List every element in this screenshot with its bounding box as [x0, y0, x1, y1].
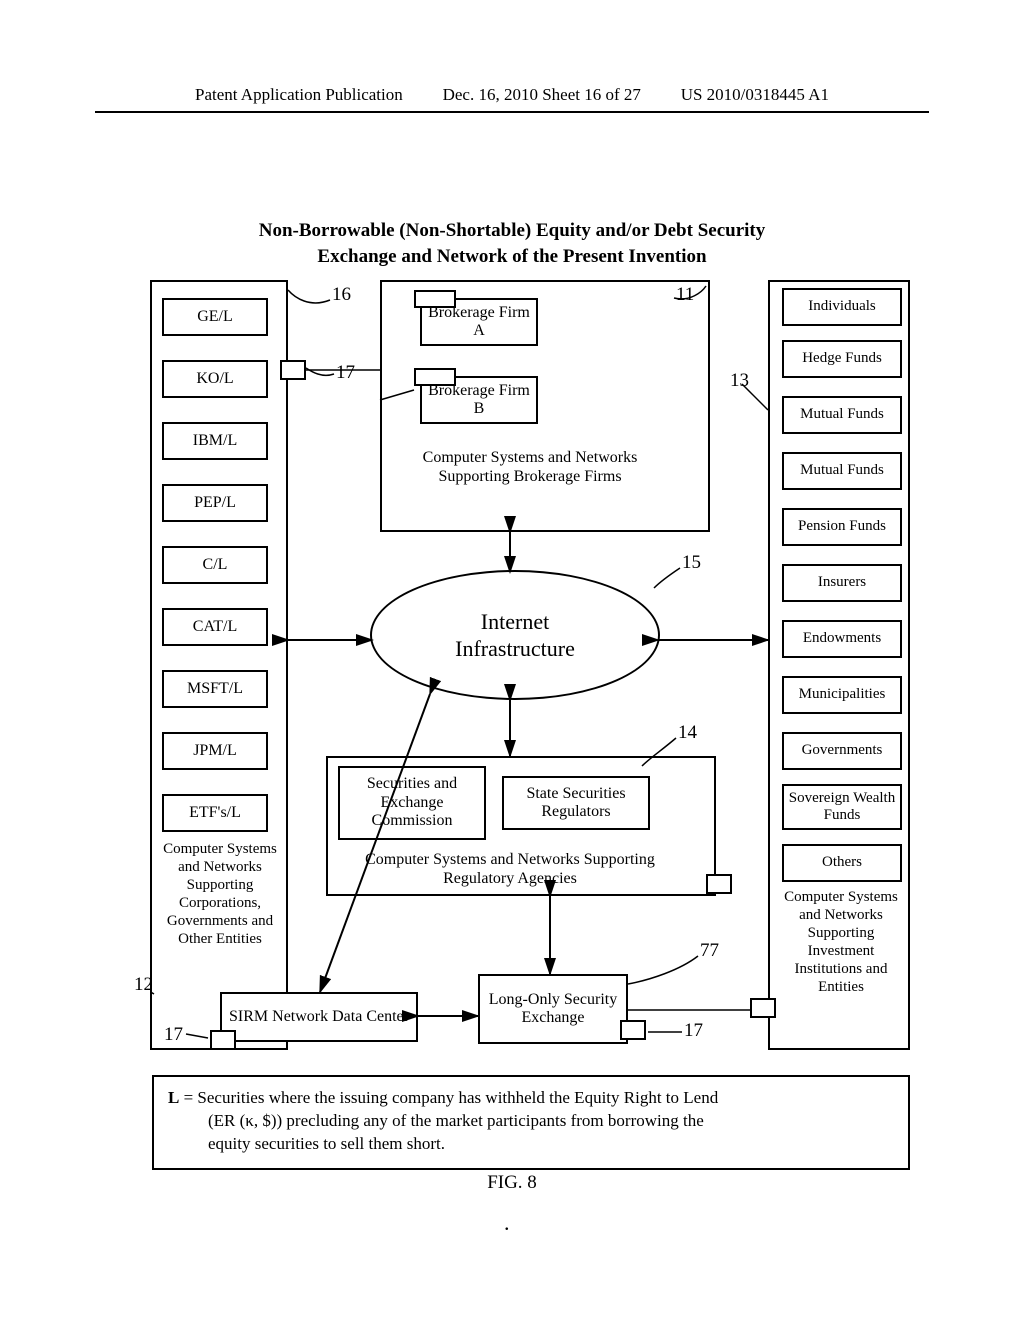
ref-13: 13 [730, 370, 749, 392]
header-center: Dec. 16, 2010 Sheet 16 of 27 [443, 85, 641, 105]
state-reg-box: State Securities Regulators [502, 776, 650, 830]
investor-box: Pension Funds [782, 508, 902, 546]
investor-box: Governments [782, 732, 902, 770]
internet-oval: Internet Infrastructure [370, 570, 660, 700]
footnote-line1: = Securities where the issuing company h… [179, 1088, 718, 1107]
ref-14: 14 [678, 722, 697, 744]
ref-17: 17 [684, 1020, 703, 1042]
issuer-box: C/L [162, 546, 268, 584]
title-line-1: Non-Borrowable (Non-Shortable) Equity an… [0, 218, 1024, 244]
investor-box: Municipalities [782, 676, 902, 714]
page-header: Patent Application Publication Dec. 16, … [95, 85, 929, 113]
issuer-box: IBM/L [162, 422, 268, 460]
small-box-icon [620, 1020, 646, 1040]
sirm-box: SIRM Network Data Center [220, 992, 418, 1042]
title-line-2: Exchange and Network of the Present Inve… [0, 244, 1024, 270]
investor-box: Endowments [782, 620, 902, 658]
footnote-box: L = Securities where the issuing company… [152, 1075, 910, 1170]
ref-17: 17 [164, 1024, 183, 1046]
investor-box: Insurers [782, 564, 902, 602]
issuer-box: CAT/L [162, 608, 268, 646]
investor-box: Hedge Funds [782, 340, 902, 378]
diagram-canvas: GE/L KO/L IBM/L PEP/L C/L CAT/L MSFT/L J… [150, 280, 910, 1060]
investor-box: Others [782, 844, 902, 882]
header-right: US 2010/0318445 A1 [681, 85, 829, 105]
investors-caption: Computer Systems and Networks Supporting… [776, 888, 906, 996]
footnote-line2: (ER (κ, $)) precluding any of the market… [168, 1110, 894, 1133]
issuers-caption: Computer Systems and Networks Supporting… [154, 840, 286, 948]
small-box-icon [414, 290, 456, 308]
ref-17: 17 [336, 362, 355, 384]
small-box-icon [210, 1030, 236, 1050]
ref-77: 77 [700, 940, 719, 962]
sec-box: Securities and Exchange Commission [338, 766, 486, 840]
issuer-box: JPM/L [162, 732, 268, 770]
small-box-icon [414, 368, 456, 386]
small-box-icon [750, 998, 776, 1018]
issuer-box: MSFT/L [162, 670, 268, 708]
long-only-box: Long-Only Security Exchange [478, 974, 628, 1044]
header-left: Patent Application Publication [195, 85, 403, 105]
small-box-icon [706, 874, 732, 894]
ref-12: 12 [134, 974, 153, 996]
ref-11: 11 [676, 284, 694, 306]
regulatory-caption: Computer Systems and Networks Supporting… [340, 850, 680, 888]
brokerage-caption: Computer Systems and Networks Supporting… [390, 448, 670, 486]
issuer-box: ETF's/L [162, 794, 268, 832]
figure-label: FIG. 8 [0, 1172, 1024, 1194]
issuer-box: GE/L [162, 298, 268, 336]
investor-box: Mutual Funds [782, 452, 902, 490]
footnote-line3: equity securities to sell them short. [168, 1133, 894, 1156]
ref-15: 15 [682, 552, 701, 574]
investor-box: Mutual Funds [782, 396, 902, 434]
diagram-title: Non-Borrowable (Non-Shortable) Equity an… [0, 218, 1024, 269]
issuer-box: PEP/L [162, 484, 268, 522]
small-box-icon [280, 360, 306, 380]
ref-16: 16 [332, 284, 351, 306]
investor-box: Individuals [782, 288, 902, 326]
investor-box: Sovereign Wealth Funds [782, 784, 902, 830]
issuer-box: KO/L [162, 360, 268, 398]
footnote-lead: L [168, 1088, 179, 1107]
page-dot: . [504, 1210, 510, 1236]
